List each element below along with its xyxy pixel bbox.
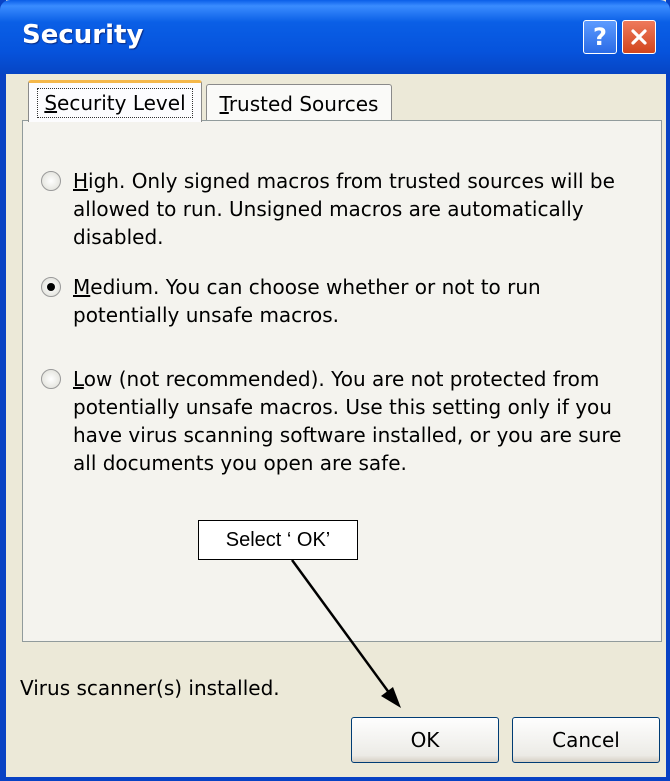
security-level-panel: High. Only signed macros from trusted so… <box>22 120 662 642</box>
help-icon: ? <box>593 23 607 51</box>
option-low-label: Low (not recommended). You are not prote… <box>73 367 622 475</box>
close-button[interactable] <box>622 20 656 54</box>
annotation-callout: Select ‘ OK’ <box>198 520 358 560</box>
option-high-label: High. Only signed macros from trusted so… <box>73 169 615 249</box>
tab-security-level[interactable]: Security Level <box>28 80 202 122</box>
close-icon <box>631 29 647 45</box>
option-medium-label: Medium. You can choose whether or not to… <box>73 275 541 327</box>
help-button[interactable]: ? <box>583 20 617 54</box>
radio-high[interactable] <box>41 171 61 191</box>
ok-button[interactable]: OK <box>351 717 499 763</box>
window-title: Security <box>22 20 144 50</box>
radio-medium[interactable] <box>41 277 61 297</box>
tab-label: Trusted Sources <box>219 91 379 116</box>
cancel-button[interactable]: Cancel <box>512 717 660 763</box>
tab-label: Security Level <box>37 87 193 118</box>
radio-low[interactable] <box>41 369 61 389</box>
virus-scanner-status: Virus scanner(s) installed. <box>20 676 280 700</box>
title-bar[interactable]: Security ? <box>0 0 670 74</box>
tab-trusted-sources[interactable]: Trusted Sources <box>206 84 392 122</box>
